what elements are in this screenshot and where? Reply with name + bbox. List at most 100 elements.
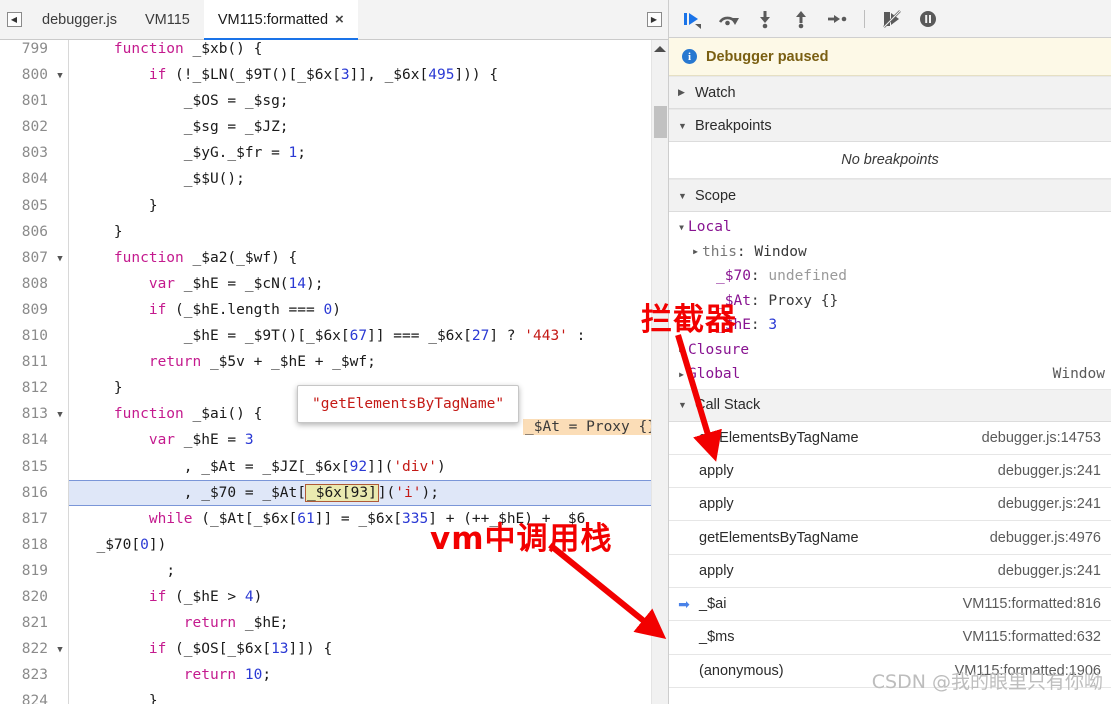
line-number[interactable]: 805	[0, 192, 52, 219]
scope-row[interactable]: _$70: undefined	[669, 264, 1111, 289]
scope-row[interactable]: ▶ Closure	[669, 338, 1111, 363]
call-stack-row[interactable]: apply debugger.js:241	[669, 455, 1111, 489]
line-number[interactable]: 802	[0, 114, 52, 141]
code-line-text[interactable]: , _$At = _$JZ[_$6x[92]]('div')	[77, 454, 446, 480]
code-line-text[interactable]: return 10;	[77, 662, 271, 688]
scope-row[interactable]: ▶ this: Window	[669, 240, 1111, 265]
fold-toggle-icon[interactable]: ▼	[52, 244, 68, 271]
code-line-text[interactable]: }	[77, 193, 158, 219]
call-stack-location[interactable]: debugger.js:4976	[990, 530, 1101, 546]
close-tab-icon[interactable]: ×	[335, 12, 344, 27]
line-number[interactable]: 823	[0, 662, 52, 689]
line-number[interactable]: 813	[0, 401, 52, 428]
call-stack-location[interactable]: VM115:formatted:816	[963, 596, 1101, 612]
code-line-text[interactable]: }	[77, 219, 123, 245]
code-line-text[interactable]: if (_$hE > 4)	[77, 584, 263, 610]
line-number[interactable]: 824	[0, 688, 52, 704]
line-number[interactable]: 815	[0, 453, 52, 480]
editor-vertical-scrollbar[interactable]	[651, 40, 668, 704]
chevron-right-icon[interactable]: ▶	[675, 345, 688, 354]
section-header-call-stack[interactable]: ▼ Call Stack	[669, 388, 1111, 422]
line-number[interactable]: 803	[0, 140, 52, 167]
line-number[interactable]: 808	[0, 270, 52, 297]
line-number[interactable]: 799	[0, 40, 52, 63]
line-number[interactable]: 819	[0, 557, 52, 584]
scroll-up-icon[interactable]	[654, 46, 666, 52]
editor-tab-vm115[interactable]: VM115	[130, 0, 204, 39]
scope-row[interactable]: _$hE: 3	[669, 313, 1111, 338]
line-number[interactable]: 812	[0, 375, 52, 402]
code-line-text[interactable]: if (!_$LN(_$9T()[_$6x[3]], _$6x[495])) {	[77, 62, 498, 88]
line-number[interactable]: 809	[0, 296, 52, 324]
section-header-scope[interactable]: ▼ Scope	[669, 179, 1111, 212]
scope-row[interactable]: _$At: Proxy {}	[669, 289, 1111, 314]
chevron-right-icon[interactable]: ▶	[675, 370, 688, 379]
call-stack-location[interactable]: debugger.js:241	[998, 563, 1101, 579]
editor-tab-vm115-formatted[interactable]: VM115:formatted ×	[203, 0, 358, 40]
code-line-text[interactable]: _$sg = _$JZ;	[77, 114, 289, 140]
call-stack-row[interactable]: apply debugger.js:241	[669, 488, 1111, 522]
line-number[interactable]: 820	[0, 583, 52, 611]
call-stack-row[interactable]: ➡ _$ai VM115:formatted:816	[669, 588, 1111, 622]
line-number[interactable]: 801	[0, 88, 52, 115]
line-number[interactable]: 814	[0, 427, 52, 454]
deactivate-breakpoints-button[interactable]	[876, 4, 908, 34]
line-number[interactable]: 821	[0, 610, 52, 637]
code-line-text[interactable]: _$yG._$fr = 1;	[77, 140, 306, 166]
code-line-text[interactable]: _$hE = _$9T()[_$6x[67]] === _$6x[27] ? '…	[77, 323, 586, 349]
chevron-right-icon[interactable]: ▶	[689, 247, 702, 256]
code-line-text[interactable]: if (_$hE.length === 0)	[77, 297, 341, 323]
scope-row[interactable]: ▶ Global Window	[669, 362, 1111, 387]
step-button[interactable]	[821, 4, 853, 34]
code-line-text[interactable]: function _$xb() {	[77, 40, 262, 62]
call-stack-row[interactable]: getElementsByTagName debugger.js:14753	[669, 422, 1111, 455]
code-line-text[interactable]: _$$U();	[77, 166, 245, 192]
scope-row[interactable]: ▼ Local	[669, 215, 1111, 240]
line-number[interactable]: 810	[0, 323, 52, 350]
line-number[interactable]: 811	[0, 349, 52, 376]
code-line-text[interactable]: var _$hE = _$cN(14);	[77, 271, 324, 297]
call-stack-location[interactable]: VM115:formatted:1906	[955, 663, 1101, 679]
scroll-tabs-left-icon[interactable]: ◀	[0, 0, 28, 39]
call-stack-location[interactable]: VM115:formatted:632	[963, 629, 1101, 645]
line-number[interactable]: 807	[0, 244, 52, 271]
code-line-text[interactable]: }	[77, 375, 123, 401]
call-stack-row[interactable]: getElementsByTagName debugger.js:4976	[669, 521, 1111, 555]
code-line-text[interactable]: while (_$At[_$6x[61]] = _$6x[335] + (++_…	[77, 506, 586, 532]
code-line-text[interactable]: var _$hE = 3	[77, 427, 254, 453]
code-line-text[interactable]: _$70[0])	[77, 532, 166, 558]
line-number[interactable]: 818	[0, 531, 52, 558]
code-line-text[interactable]: function _$a2(_$wf) {	[77, 245, 297, 271]
code-line-text[interactable]: ;	[77, 558, 175, 584]
call-stack-row[interactable]: (anonymous) VM115:formatted:1906	[669, 655, 1111, 688]
code-line-text[interactable]: _$OS = _$sg;	[77, 88, 289, 114]
code-line-text[interactable]: return _$hE;	[77, 610, 289, 636]
step-over-next-function-call-button[interactable]	[713, 4, 745, 34]
code-line-text[interactable]: function _$ai() {	[77, 401, 262, 427]
code-editor[interactable]: 799 function _$xb() {800 ▼ if (!_$LN(_$9T…	[0, 40, 668, 704]
code-line-text[interactable]: return _$5v + _$hE + _$wf;	[77, 349, 376, 375]
step-out-of-current-function-button[interactable]	[785, 4, 817, 34]
call-stack-row[interactable]: apply debugger.js:241	[669, 555, 1111, 588]
line-number[interactable]: 816	[0, 479, 52, 506]
editor-tab-debugger-js[interactable]: debugger.js	[28, 0, 131, 39]
fold-toggle-icon[interactable]: ▼	[52, 62, 68, 89]
line-number[interactable]: 822	[0, 636, 52, 663]
call-stack-location[interactable]: debugger.js:14753	[982, 430, 1101, 446]
fold-toggle-icon[interactable]: ▼	[52, 636, 68, 663]
call-stack-row[interactable]: _$ms VM115:formatted:632	[669, 621, 1111, 655]
code-line-text[interactable]: }	[77, 688, 158, 704]
line-number[interactable]: 817	[0, 505, 52, 532]
code-line-text[interactable]: , _$70 = _$At[_$6x[93]]('i');	[77, 480, 439, 506]
line-number[interactable]: 804	[0, 166, 52, 193]
chevron-down-icon[interactable]: ▼	[675, 223, 688, 232]
call-stack-location[interactable]: debugger.js:241	[998, 496, 1101, 512]
pause-on-exceptions-button[interactable]	[912, 4, 944, 34]
fold-toggle-icon[interactable]: ▼	[52, 401, 68, 428]
line-number[interactable]: 806	[0, 218, 52, 245]
section-header-breakpoints[interactable]: ▼ Breakpoints	[669, 109, 1111, 142]
code-line-text[interactable]: if (_$OS[_$6x[13]]) {	[77, 636, 332, 662]
call-stack-location[interactable]: debugger.js:241	[998, 463, 1101, 479]
step-into-next-function-call-button[interactable]	[749, 4, 781, 34]
scroll-tabs-right-icon[interactable]: ▶	[640, 0, 668, 39]
